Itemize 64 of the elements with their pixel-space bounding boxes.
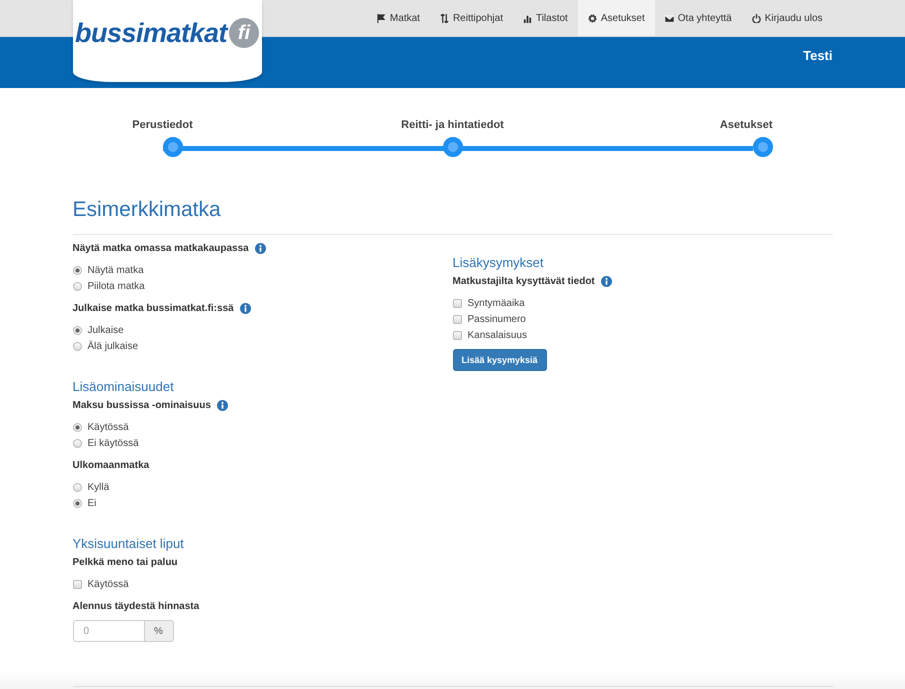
option-label: Älä julkaise [88,340,138,352]
field-label: Ulkomaanmatka [72,460,150,471]
sort-arrows-icon [440,14,449,22]
radio-button[interactable] [72,422,82,432]
section-heading: Yksisuuntaiset liput [72,536,185,551]
flag-icon [376,14,386,22]
user-name: Testi [803,48,832,63]
step-dot[interactable] [162,137,182,157]
radio-button[interactable] [72,498,82,508]
info-icon[interactable] [240,303,251,314]
option-label: Julkaise [88,324,124,336]
field-label: Pelkkä meno tai paluu [72,557,178,568]
option-label: Ei käytössä [88,438,139,448]
section-heading: Lisäominaisuudet [72,379,175,394]
logo-text: bussimatkat [74,18,228,48]
nav-link[interactable]: Ota yhteyttä [654,0,742,36]
nav-link[interactable]: Reittipohjat [430,0,513,36]
info-icon[interactable] [600,276,612,287]
envelope-icon [664,14,674,22]
option-label: Syntymäaika [468,298,525,308]
option-label: Käytössä [88,578,129,590]
option-label: Piilota matka [88,280,145,292]
page-title: Esimerkkimatka [72,198,222,222]
radio-button[interactable] [72,342,82,350]
step-dot[interactable] [442,137,462,157]
field-label: Matkustajilta kysyttävät tiedot [452,276,595,287]
field-label: Näytä matka omassa matkakaupassa [72,243,249,254]
radio-button[interactable] [72,438,82,448]
section-heading: Lisäkysymykset [452,255,545,270]
option-label: Näytä matka [88,264,144,276]
option-label: Passinumero [468,314,526,324]
field-label: Alennus täydestä hinnasta [72,601,200,612]
step-dot[interactable] [752,137,772,157]
info-icon[interactable] [216,400,228,411]
radio-button[interactable] [72,282,82,290]
percent-addon: % [144,620,174,642]
checkbox[interactable] [452,330,462,340]
logo-card[interactable]: bussimatkat fi [72,0,262,82]
checkbox[interactable] [452,298,462,308]
step-label: Perustiedot [132,119,193,131]
option-label: Käytössä [88,422,129,432]
step-label: Asetukset [720,119,772,131]
nav-link[interactable]: Tilastot [512,0,578,36]
checkbox[interactable] [72,580,82,588]
checkbox[interactable] [452,314,462,324]
nav-link[interactable]: Matkat [366,0,430,36]
radio-button[interactable] [72,266,82,274]
gear-icon [588,14,597,22]
logo-badge: fi [229,18,260,48]
info-icon[interactable] [254,243,266,254]
option-label: Kyllä [88,482,110,492]
bar-chart-icon [522,14,532,22]
nav-link[interactable]: Kirjaudu ulos [742,0,832,36]
field-label: Julkaise matka bussimatkat.fi:ssä [72,303,234,314]
discount-input[interactable]: 0 [72,620,144,642]
add-questions-button[interactable]: Lisää kysymyksiä [452,349,547,371]
power-icon [752,14,761,22]
step-label: Reitti- ja hintatiedot [401,119,504,131]
nav-link[interactable]: Asetukset [578,0,655,36]
radio-button[interactable] [72,482,82,492]
radio-button[interactable] [72,326,82,334]
option-label: Ei [88,498,96,508]
field-label: Maksu bussissa -ominaisuus [72,400,211,411]
option-label: Kansalaisuus [468,330,527,340]
